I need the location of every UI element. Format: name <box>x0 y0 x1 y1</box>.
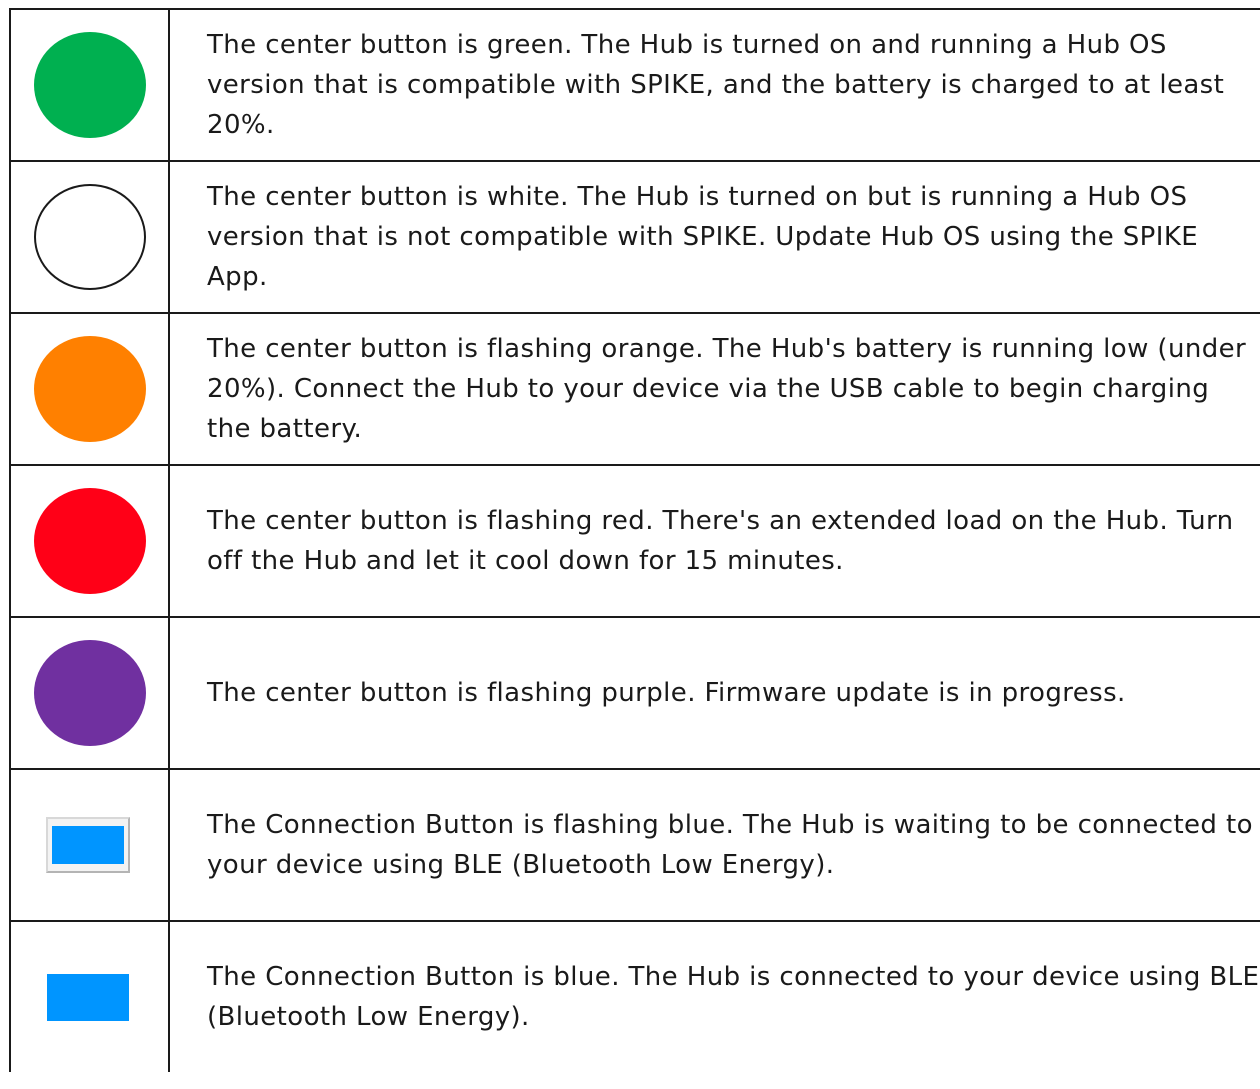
green-circle-icon <box>33 32 146 138</box>
table-row: The Connection Button is blue. The Hub i… <box>9 920 1260 1072</box>
table-row: The center button is flashing orange. Th… <box>9 312 1260 466</box>
indicator-cell <box>9 616 170 770</box>
status-description: The center button is green. The Hub is t… <box>168 8 1260 162</box>
table-row: The center button is white. The Hub is t… <box>9 160 1260 314</box>
hub-light-status-table: The center button is green. The Hub is t… <box>9 8 1260 1072</box>
blue-rectangle-fill <box>51 826 124 864</box>
indicator-cell <box>9 920 170 1072</box>
orange-circle-icon <box>33 336 146 442</box>
blue-framed-rectangle-icon <box>45 817 130 873</box>
table-row: The Connection Button is flashing blue. … <box>9 768 1260 922</box>
indicator-cell <box>9 464 170 618</box>
status-description: The center button is flashing orange. Th… <box>168 312 1260 466</box>
status-description: The center button is flashing purple. Fi… <box>168 616 1260 770</box>
white-circle-icon <box>33 184 146 290</box>
indicator-cell <box>9 8 170 162</box>
red-circle-icon <box>33 488 146 594</box>
table-row: The center button is flashing red. There… <box>9 464 1260 618</box>
purple-circle-icon <box>33 640 146 746</box>
status-description: The center button is flashing red. There… <box>168 464 1260 618</box>
table-row: The center button is green. The Hub is t… <box>9 8 1260 162</box>
indicator-cell <box>9 312 170 466</box>
blue-rectangle-icon <box>46 973 129 1021</box>
table-row: The center button is flashing purple. Fi… <box>9 616 1260 770</box>
indicator-cell <box>9 768 170 922</box>
status-description: The center button is white. The Hub is t… <box>168 160 1260 314</box>
status-description: The Connection Button is blue. The Hub i… <box>168 920 1260 1072</box>
indicator-cell <box>9 160 170 314</box>
status-description: The Connection Button is flashing blue. … <box>168 768 1260 922</box>
